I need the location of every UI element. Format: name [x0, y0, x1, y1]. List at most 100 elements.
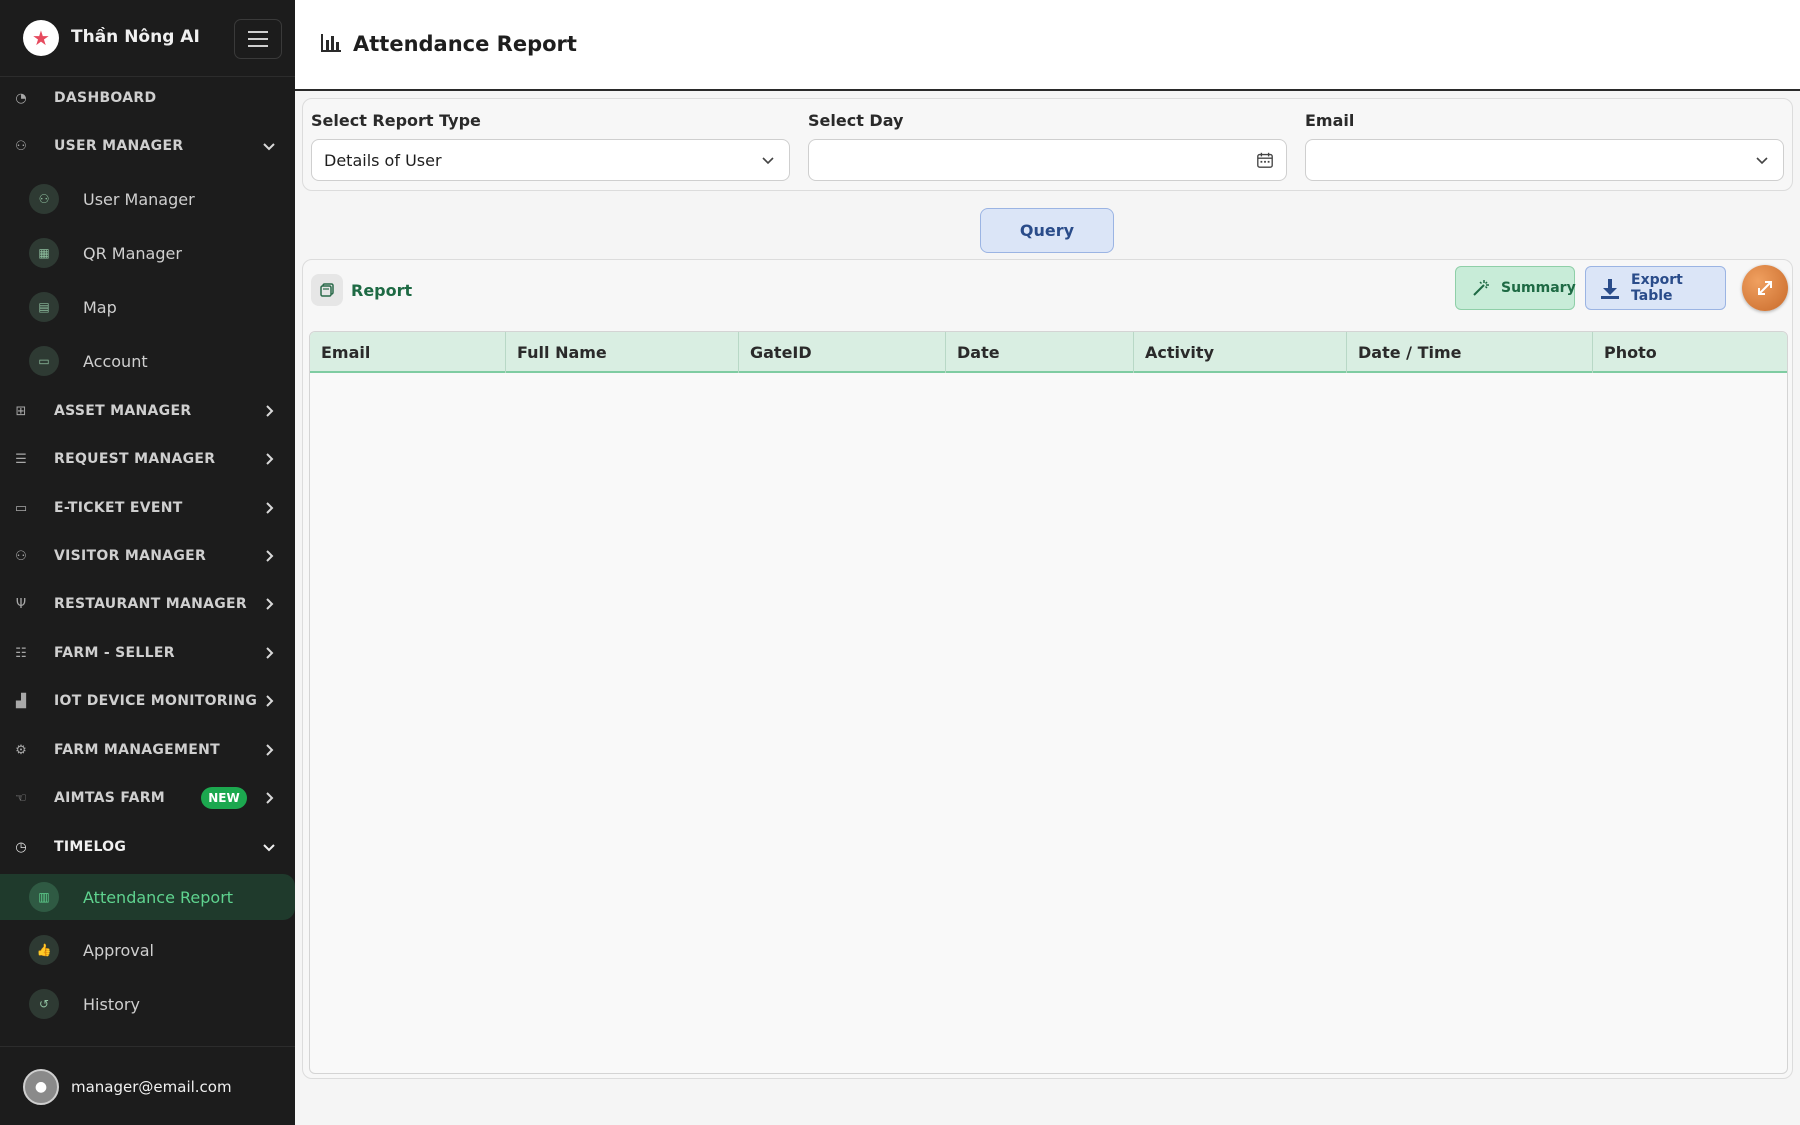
sidebar: ★ Thần Nông AI ◔ DASHBOARD ⚇ USER MANAGE… [0, 0, 295, 1125]
sidebar-item-label: REQUEST MANAGER [54, 451, 216, 467]
sidebar-subitem-account[interactable]: ▭ Account [0, 338, 295, 384]
qr-icon: ▦ [29, 238, 59, 268]
gauge-icon: ◔ [15, 90, 27, 106]
export-table-label: Export Table [1631, 272, 1683, 304]
calendar-icon[interactable] [1256, 151, 1274, 169]
column-header-full-name[interactable]: Full Name [506, 332, 739, 373]
chevron-right-icon [262, 501, 276, 515]
sidebar-item-farm-management[interactable]: ⚙ FARM MANAGEMENT [0, 728, 295, 772]
user-email: manager@email.com [71, 1078, 232, 1096]
sidebar-item-label: IOT DEVICE MONITORING [54, 693, 258, 709]
select-day-label: Select Day [808, 111, 904, 130]
fork-knife-icon: Ψ [15, 596, 27, 612]
bar-chart-icon: ▥ [29, 882, 59, 912]
download-icon [1601, 279, 1619, 299]
sidebar-item-restaurant-manager[interactable]: Ψ RESTAURANT MANAGER [0, 582, 295, 626]
column-header-date[interactable]: Date [946, 332, 1134, 373]
sidebar-item-user-manager[interactable]: ⚇ USER MANAGER [0, 124, 295, 168]
sidebar-item-label: ASSET MANAGER [54, 403, 192, 419]
sidebar-item-iot-device-monitoring[interactable]: ▟ IOT DEVICE MONITORING [0, 679, 295, 723]
report-type-select[interactable]: Details of User [311, 139, 790, 181]
visitors-icon: ⚇ [15, 548, 27, 564]
sidebar-subitem-approval[interactable]: 👍 Approval [0, 927, 295, 973]
chevron-right-icon [262, 404, 276, 418]
clipboard-icon: ☰ [15, 451, 27, 467]
chevron-down-icon [759, 151, 777, 169]
sidebar-item-visitor-manager[interactable]: ⚇ VISITOR MANAGER [0, 534, 295, 578]
sidebar-subitem-label: Approval [83, 940, 154, 960]
bar-chart-icon [321, 34, 341, 52]
clock-icon: ◷ [15, 839, 27, 855]
sidebar-item-label: FARM MANAGEMENT [54, 742, 221, 758]
factory-icon: ▟ [16, 693, 26, 709]
summary-button[interactable]: Summary [1455, 266, 1576, 310]
column-header-date-time[interactable]: Date / Time [1347, 332, 1593, 373]
brand-header: ★ Thần Nông AI [0, 0, 295, 77]
sidebar-subitem-label: Attendance Report [83, 887, 234, 907]
query-button[interactable]: Query [980, 208, 1114, 253]
chevron-right-icon [262, 791, 276, 805]
sidebar-item-label: RESTAURANT MANAGER [54, 596, 247, 612]
report-panel: Report Summary Export Table Email Full N… [302, 259, 1793, 1079]
chevron-right-icon [262, 646, 276, 660]
sidebar-item-asset-manager[interactable]: ⊞ ASSET MANAGER [0, 389, 295, 433]
sidebar-subitem-qr-manager[interactable]: ▦ QR Manager [0, 230, 295, 276]
column-header-photo[interactable]: Photo [1593, 332, 1787, 373]
sidebar-item-label: USER MANAGER [54, 138, 184, 154]
report-table: Email Full Name GateID Date Activity Dat… [309, 331, 1788, 1074]
summary-button-label: Summary [1501, 280, 1576, 296]
sidebar-item-label: VISITOR MANAGER [54, 548, 207, 564]
email-select[interactable] [1305, 139, 1784, 181]
sidebar-subitem-map[interactable]: ▤ Map [0, 284, 295, 330]
user-footer[interactable]: ● manager@email.com [0, 1046, 295, 1125]
history-icon: ↺ [29, 989, 59, 1019]
page-title: Attendance Report [353, 32, 577, 56]
sidebar-subitem-history[interactable]: ↺ History [0, 981, 295, 1027]
sidebar-subitem-label: User Manager [83, 189, 195, 209]
expand-icon[interactable] [1742, 265, 1788, 311]
menu-toggle-button[interactable] [234, 19, 282, 59]
brand-logo-icon[interactable]: ★ [23, 20, 59, 56]
table-header: Email Full Name GateID Date Activity Dat… [310, 332, 1787, 373]
map-icon: ▤ [29, 292, 59, 322]
chevron-down-icon [262, 139, 276, 153]
sidebar-item-label: TIMELOG [54, 839, 127, 855]
new-badge: NEW [201, 787, 247, 809]
store-icon: ☷ [15, 645, 27, 661]
ticket-icon: ▭ [14, 500, 28, 516]
sidebar-item-e-ticket-event[interactable]: ▭ E-TICKET EVENT [0, 486, 295, 530]
chevron-right-icon [262, 597, 276, 611]
magic-wand-icon [1473, 280, 1489, 296]
sidebar-item-farm-seller[interactable]: ☷ FARM - SELLER [0, 631, 295, 675]
sidebar-subitem-label: History [83, 994, 140, 1014]
sidebar-item-dashboard[interactable]: ◔ DASHBOARD [0, 76, 295, 120]
sidebar-item-label: FARM - SELLER [54, 645, 175, 661]
filter-panel: Select Report Type Details of User Selec… [302, 98, 1793, 191]
sidebar-subitem-user-manager[interactable]: ⚇ User Manager [0, 176, 295, 222]
users-icon: ⚇ [15, 138, 27, 154]
brand-name: Thần Nông AI [71, 27, 200, 47]
export-table-button[interactable]: Export Table [1585, 266, 1726, 310]
id-card-icon: ▭ [29, 346, 59, 376]
column-header-gate-id[interactable]: GateID [739, 332, 946, 373]
report-title: Report [351, 281, 413, 300]
sidebar-subitem-label: Map [83, 297, 117, 317]
select-day-input[interactable] [808, 139, 1287, 181]
report-type-value: Details of User [324, 150, 442, 170]
column-header-activity[interactable]: Activity [1134, 332, 1347, 373]
email-label: Email [1305, 111, 1355, 130]
avatar[interactable]: ● [23, 1069, 59, 1105]
tractor-icon: ⚙ [15, 742, 27, 758]
chevron-right-icon [262, 743, 276, 757]
sidebar-subitem-attendance-report[interactable]: ▥ Attendance Report [0, 874, 295, 920]
report-icon [311, 274, 343, 306]
column-header-email[interactable]: Email [310, 332, 506, 373]
sidebar-item-aimtas-farm[interactable]: ☜ AIMTAS FARM NEW [0, 776, 295, 820]
sidebar-item-request-manager[interactable]: ☰ REQUEST MANAGER [0, 437, 295, 481]
chevron-down-icon [1753, 151, 1771, 169]
sidebar-item-label: AIMTAS FARM [54, 790, 166, 806]
page-header: Attendance Report [295, 0, 1800, 91]
hand-icon: ☜ [15, 790, 27, 806]
chevron-right-icon [262, 452, 276, 466]
sidebar-item-timelog[interactable]: ◷ TIMELOG [0, 825, 295, 869]
